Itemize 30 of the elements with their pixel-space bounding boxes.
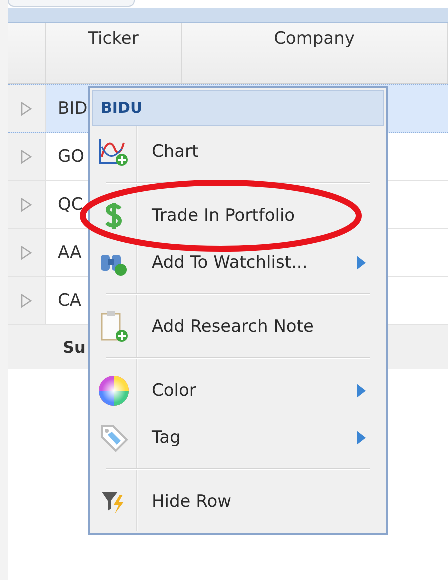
color-wheel-icon [98, 374, 130, 406]
note-icon [99, 310, 129, 344]
menu-item[interactable]: Chart [92, 128, 384, 175]
menu-item[interactable]: Add Research Note [92, 303, 384, 350]
tag-icon [99, 422, 129, 452]
menu-title: BIDU [92, 90, 384, 126]
expand-arrow-icon [21, 102, 32, 116]
ticker-cell: CA [58, 290, 82, 310]
column-header[interactable]: Company [274, 29, 355, 51]
ticker-cell: GO [58, 146, 85, 166]
submenu-arrow-icon [357, 384, 366, 398]
ticker-cell: QC [58, 194, 84, 214]
submenu-arrow-icon [357, 430, 366, 444]
menu-item[interactable]: Tag [92, 414, 384, 461]
submenu-arrow-icon [357, 256, 366, 270]
column-header[interactable]: Ticker [88, 29, 139, 51]
menu-item[interactable]: Color [92, 367, 384, 414]
dollar-icon [104, 200, 124, 230]
expand-arrow-icon [21, 150, 32, 164]
summary-label: Su [63, 338, 86, 356]
menu-item[interactable]: Add To Watchlist... [92, 239, 384, 286]
ticker-cell: BID [58, 98, 88, 118]
expand-arrow-icon [21, 294, 32, 308]
expand-arrow-icon [21, 198, 32, 212]
chart-icon [98, 136, 130, 166]
menu-item[interactable]: Hide Row [92, 478, 384, 525]
menu-item[interactable]: Trade In Portfolio [92, 192, 384, 239]
ticker-cell: AA [58, 242, 82, 262]
tab-strip[interactable] [8, 0, 135, 7]
expand-arrow-icon [21, 246, 32, 260]
